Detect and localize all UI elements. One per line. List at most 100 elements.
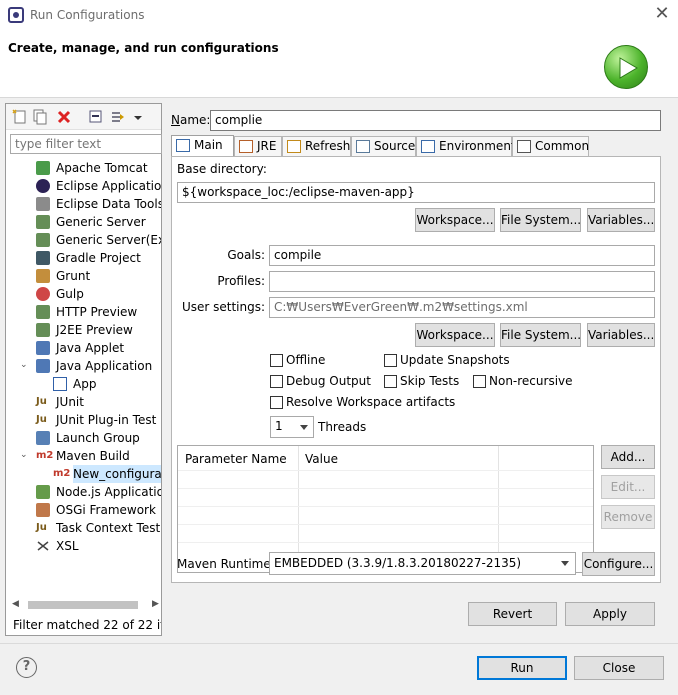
server-icon (36, 233, 50, 247)
row-divider (178, 524, 593, 525)
tab-common[interactable]: Common (512, 136, 589, 156)
source-tab-icon (356, 140, 370, 153)
tree-item-label: Generic Server(Exter (56, 233, 161, 247)
profiles-input[interactable] (269, 271, 655, 292)
tree-item-label: Java Application (56, 359, 153, 373)
file-system-button[interactable]: File System... (500, 208, 581, 232)
tree-item-label: Gradle Project (56, 251, 141, 265)
goals-input[interactable]: compile (269, 245, 655, 266)
tab-environment[interactable]: Environment (416, 136, 516, 156)
scroll-right-icon[interactable]: ▶ (152, 599, 159, 609)
tab-label: Main (194, 138, 223, 152)
name-input[interactable]: complie (210, 110, 661, 131)
tree-item-label: J2EE Preview (56, 323, 133, 337)
scroll-left-icon[interactable]: ◀ (12, 599, 19, 609)
chevron-down-icon (561, 561, 569, 566)
skip-tests-label: Skip Tests (400, 374, 460, 388)
close-button[interactable]: Close (574, 656, 664, 680)
gradle-icon (36, 251, 50, 265)
chevron-down-icon (300, 425, 308, 430)
tree-item-label: HTTP Preview (56, 305, 138, 319)
tab-source[interactable]: Source (351, 136, 416, 156)
filter-icon[interactable] (110, 109, 126, 125)
tree-item-label: JUnit (56, 395, 84, 409)
edit-parameter-button[interactable]: Edit... (601, 475, 655, 499)
header-banner: Create, manage, and run configurations (0, 31, 678, 98)
close-window-button[interactable]: ✕ (652, 4, 672, 24)
configuration-list-panel: Apache Tomcat Eclipse Application Eclipse … (5, 103, 162, 636)
tree-item-label: JUnit Plug-in Test (56, 413, 157, 427)
file-system-button-2[interactable]: File System... (500, 323, 581, 347)
tab-main[interactable]: Main (171, 135, 234, 157)
tree-item-label: OSGi Framework (56, 503, 156, 517)
add-parameter-button[interactable]: Add... (601, 445, 655, 469)
scrollbar-thumb[interactable] (28, 601, 138, 609)
remove-parameter-button[interactable]: Remove (601, 505, 655, 529)
tab-refresh[interactable]: Refresh (282, 136, 351, 156)
base-directory-input[interactable]: ${workspace_loc:/eclipse-maven-app} (177, 182, 655, 203)
server-icon (36, 323, 50, 337)
new-config-icon[interactable] (12, 109, 28, 125)
apply-button[interactable]: Apply (565, 602, 655, 626)
tree-item-label: Launch Group (56, 431, 140, 445)
junit-icon: Ju (36, 396, 47, 407)
tree-item-label: Generic Server (56, 215, 146, 229)
resolve-workspace-checkbox[interactable] (270, 396, 283, 409)
variables-button-2[interactable]: Variables... (587, 323, 655, 347)
duplicate-icon[interactable] (32, 109, 48, 125)
banner-title: Create, manage, and run configurations (8, 41, 279, 55)
tree-item-label: Node.js Application (56, 485, 161, 499)
column-header-parameter-name[interactable]: Parameter Name (185, 452, 287, 466)
revert-button[interactable]: Revert (468, 602, 557, 626)
maven-runtime-select[interactable]: EMBEDDED (3.3.9/1.8.3.20180227-2135) (269, 552, 576, 575)
offline-checkbox[interactable] (270, 354, 283, 367)
workspace-button[interactable]: Workspace... (415, 208, 495, 232)
row-divider (178, 470, 593, 471)
expand-chevron-icon[interactable]: ⌄ (20, 450, 30, 460)
non-recursive-label: Non-recursive (489, 374, 573, 388)
tree-item-label: Task Context Test (56, 521, 161, 535)
tree-item-label: Maven Build (56, 449, 130, 463)
maven-runtime-value: EMBEDDED (3.3.9/1.8.3.20180227-2135) (274, 556, 522, 570)
help-icon[interactable]: ? (16, 657, 37, 678)
maven-runtime-label: Maven Runtime: (177, 557, 275, 571)
app-icon (8, 7, 24, 23)
server-icon (36, 305, 50, 319)
tree-item-label: Apache Tomcat (56, 161, 148, 175)
view-menu-chevron-down-icon[interactable] (133, 109, 149, 125)
collapse-all-icon[interactable] (88, 109, 104, 125)
main-tab-icon (176, 139, 190, 152)
user-settings-input[interactable]: C:₩Users₩EverGreen₩.m2₩settings.xml (269, 297, 655, 318)
filter-input[interactable] (10, 134, 162, 154)
workspace-button-2[interactable]: Workspace... (415, 323, 495, 347)
base-directory-label: Base directory: (177, 162, 267, 176)
footer-divider (0, 643, 678, 644)
tab-label: Common (535, 139, 590, 153)
run-button[interactable]: Run (477, 656, 567, 680)
non-recursive-checkbox[interactable] (473, 375, 486, 388)
threads-value: 1 (275, 419, 283, 433)
configure-button[interactable]: Configure... (582, 552, 655, 576)
tab-jre[interactable]: JRE (234, 136, 282, 156)
osgi-icon (36, 503, 50, 517)
filter-status: Filter matched 22 of 22 iter (13, 618, 161, 632)
column-header-value[interactable]: Value (305, 452, 338, 466)
debug-output-checkbox[interactable] (270, 375, 283, 388)
variables-button[interactable]: Variables... (587, 208, 655, 232)
expand-chevron-icon[interactable]: ⌄ (20, 360, 30, 370)
apache-tomcat-icon (36, 161, 50, 175)
environment-tab-icon (421, 140, 435, 153)
tree-item-label: Java Applet (56, 341, 125, 355)
left-toolbar (6, 104, 161, 130)
tab-label: Environment (439, 139, 516, 153)
tree-item-label: Eclipse Application (56, 179, 161, 193)
skip-tests-checkbox[interactable] (384, 375, 397, 388)
delete-icon[interactable] (56, 109, 72, 125)
java-app-icon (36, 359, 50, 373)
row-divider (178, 542, 593, 543)
name-label: Name: (171, 113, 211, 127)
offline-label: Offline (286, 353, 326, 367)
gulp-icon (36, 287, 50, 301)
update-snapshots-checkbox[interactable] (384, 354, 397, 367)
profiles-label: Profiles: (217, 274, 265, 288)
